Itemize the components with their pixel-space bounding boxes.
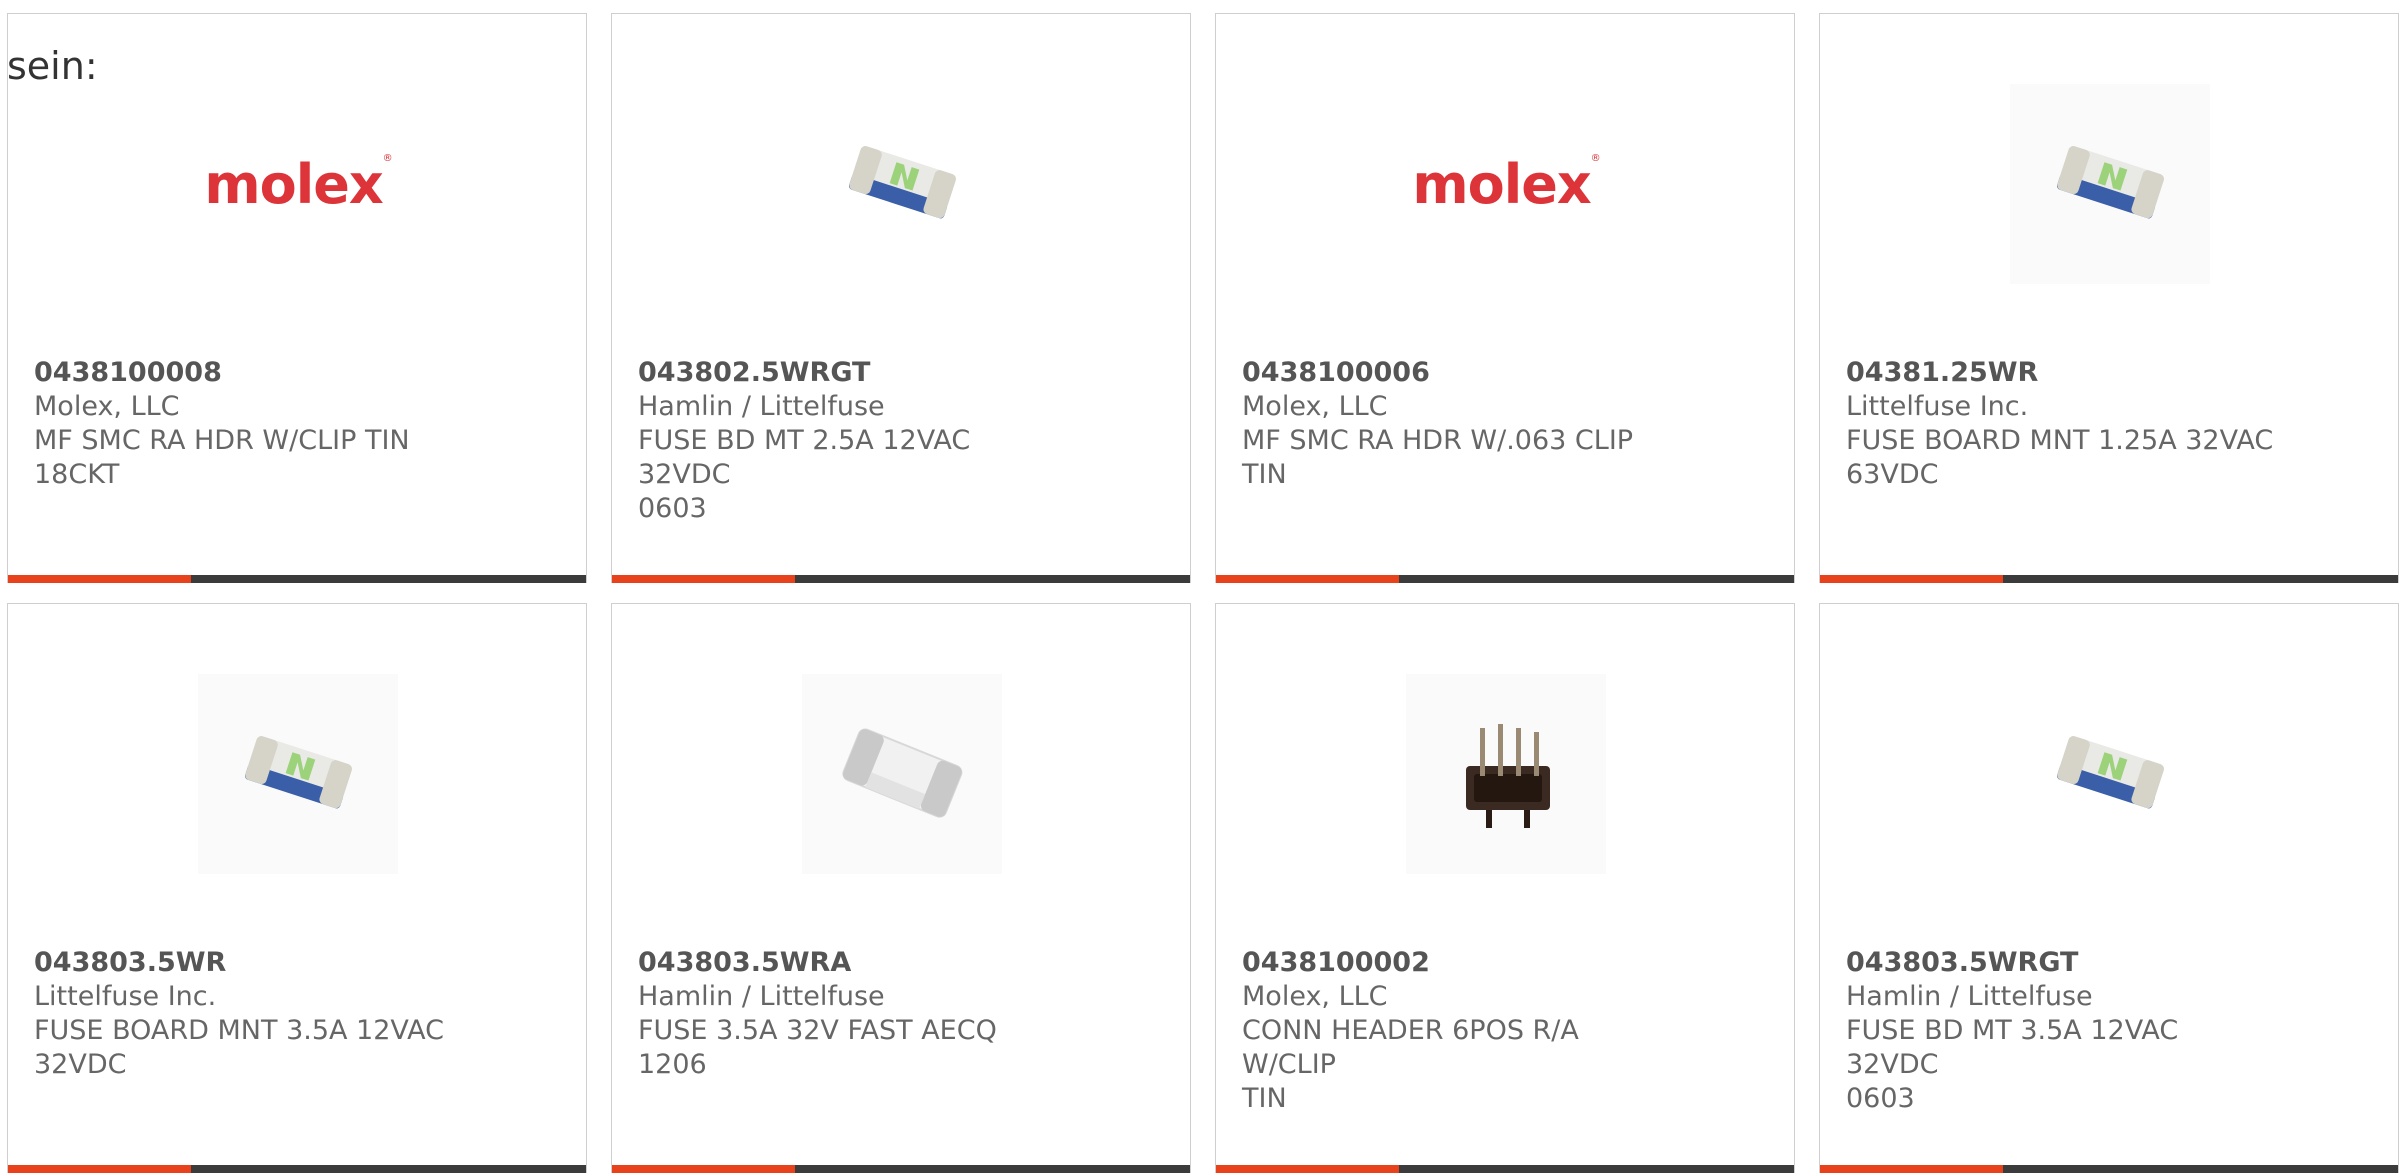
product-image[interactable]: molex®: [198, 84, 398, 284]
product-image[interactable]: [802, 674, 1002, 874]
card-bottom-bar: [612, 1165, 1190, 1173]
part-number[interactable]: 0438100008: [34, 356, 464, 390]
molex-logo: molex®: [204, 152, 392, 216]
part-number[interactable]: 0438100006: [1242, 356, 1672, 390]
card-bottom-bar: [1216, 1165, 1794, 1173]
product-card[interactable]: 043802.5WRGT Hamlin / Littelfuse FUSE BD…: [611, 13, 1191, 583]
product-card[interactable]: 043803.5WRGT Hamlin / Littelfuse FUSE BD…: [1819, 603, 2399, 1173]
manufacturer: Molex, LLC: [1242, 391, 1388, 422]
manufacturer: Hamlin / Littelfuse: [1846, 981, 2093, 1012]
manufacturer: Littelfuse Inc.: [1846, 391, 2029, 422]
manufacturer: Molex, LLC: [34, 391, 180, 422]
accent-segment: [612, 1165, 795, 1173]
product-image[interactable]: [2010, 674, 2210, 874]
description-line1: MF SMC RA HDR W/CLIP TIN: [34, 425, 410, 456]
description-line1: FUSE BOARD MNT 3.5A 12VAC: [34, 1015, 445, 1046]
card-bottom-bar: [1820, 575, 2398, 583]
card-bottom-bar: [612, 575, 1190, 583]
lead-text: sein:: [7, 44, 98, 88]
product-image[interactable]: molex®: [1406, 84, 1606, 284]
card-bottom-bar: [8, 1165, 586, 1173]
part-number[interactable]: 043803.5WR: [34, 946, 464, 980]
smd-fuse-green-icon: [244, 736, 352, 809]
description-line1: MF SMC RA HDR W/.063 CLIP: [1242, 425, 1634, 456]
product-image[interactable]: [2010, 84, 2210, 284]
product-info: 0438100006 Molex, LLC MF SMC RA HDR W/.0…: [1242, 356, 1672, 492]
part-number[interactable]: 04381.25WR: [1846, 356, 2276, 390]
product-card[interactable]: molex® 0438100006 Molex, LLC MF SMC RA H…: [1215, 13, 1795, 583]
smd-fuse-green-icon: [848, 146, 956, 219]
part-number[interactable]: 043802.5WRGT: [638, 356, 1068, 390]
description-line1: FUSE BD MT 3.5A 12VAC 32VDC: [1846, 1015, 2179, 1080]
description-line2: 18CKT: [34, 459, 120, 490]
smd-fuse-green-icon: [2056, 736, 2164, 809]
smd-fuse-white-icon: [842, 728, 963, 818]
smd-fuse-green-icon: [2056, 146, 2164, 219]
accent-segment: [1216, 1165, 1399, 1173]
description-line2: TIN: [1242, 1083, 1287, 1114]
product-card[interactable]: 043803.5WRA Hamlin / Littelfuse FUSE 3.5…: [611, 603, 1191, 1173]
description-line2: 0603: [638, 493, 707, 524]
product-grid: molex® 0438100008 Molex, LLC MF SMC RA H…: [0, 0, 2400, 1173]
product-card[interactable]: 04381.25WR Littelfuse Inc. FUSE BOARD MN…: [1819, 13, 2399, 583]
product-info: 04381.25WR Littelfuse Inc. FUSE BOARD MN…: [1846, 356, 2276, 492]
manufacturer: Molex, LLC: [1242, 981, 1388, 1012]
manufacturer: Hamlin / Littelfuse: [638, 981, 885, 1012]
manufacturer: Hamlin / Littelfuse: [638, 391, 885, 422]
description-line1: FUSE BD MT 2.5A 12VAC 32VDC: [638, 425, 971, 490]
card-bottom-bar: [1216, 575, 1794, 583]
molex-logo: molex®: [1412, 152, 1600, 216]
description-line2: TIN: [1242, 459, 1287, 490]
accent-segment: [1216, 575, 1399, 583]
part-number[interactable]: 0438100002: [1242, 946, 1672, 980]
pin-header-icon: [1466, 724, 1550, 828]
description-line1: CONN HEADER 6POS R/A W/CLIP: [1242, 1015, 1579, 1080]
product-info: 0438100008 Molex, LLC MF SMC RA HDR W/CL…: [34, 356, 464, 492]
manufacturer: Littelfuse Inc.: [34, 981, 217, 1012]
product-info: 043802.5WRGT Hamlin / Littelfuse FUSE BD…: [638, 356, 1068, 526]
description-line2: 63VDC: [1846, 459, 1939, 490]
description-line1: FUSE 3.5A 32V FAST AECQ 1206: [638, 1015, 997, 1080]
accent-segment: [1820, 575, 2003, 583]
product-info: 043803.5WRGT Hamlin / Littelfuse FUSE BD…: [1846, 946, 2276, 1116]
description-line2: 0603: [1846, 1083, 1915, 1114]
card-bottom-bar: [8, 575, 586, 583]
accent-segment: [8, 1165, 191, 1173]
description-line1: FUSE BOARD MNT 1.25A 32VAC: [1846, 425, 2274, 456]
accent-segment: [8, 575, 191, 583]
product-image[interactable]: [198, 674, 398, 874]
product-image[interactable]: [1406, 674, 1606, 874]
product-info: 0438100002 Molex, LLC CONN HEADER 6POS R…: [1242, 946, 1672, 1116]
product-image[interactable]: [802, 84, 1002, 284]
card-bottom-bar: [1820, 1165, 2398, 1173]
part-number[interactable]: 043803.5WRA: [638, 946, 1068, 980]
part-number[interactable]: 043803.5WRGT: [1846, 946, 2276, 980]
accent-segment: [612, 575, 795, 583]
product-card[interactable]: 0438100002 Molex, LLC CONN HEADER 6POS R…: [1215, 603, 1795, 1173]
product-info: 043803.5WR Littelfuse Inc. FUSE BOARD MN…: [34, 946, 464, 1082]
product-card[interactable]: 043803.5WR Littelfuse Inc. FUSE BOARD MN…: [7, 603, 587, 1173]
description-line2: 32VDC: [34, 1049, 127, 1080]
accent-segment: [1820, 1165, 2003, 1173]
product-card[interactable]: molex® 0438100008 Molex, LLC MF SMC RA H…: [7, 13, 587, 583]
product-info: 043803.5WRA Hamlin / Littelfuse FUSE 3.5…: [638, 946, 1068, 1082]
